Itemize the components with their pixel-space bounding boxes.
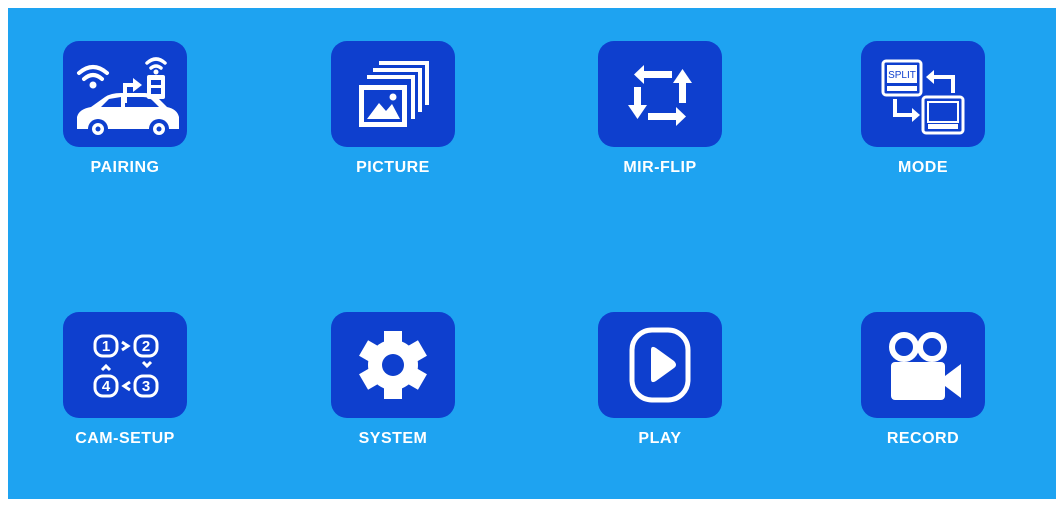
cam-setup-label: CAM-SETUP <box>75 430 175 447</box>
split-mode-text: SPLIT <box>888 70 916 81</box>
mir-flip-tile[interactable] <box>598 41 722 147</box>
menu-item-play[interactable]: PLAY <box>580 312 740 450</box>
menu-screen: PAIRING PICTURE MIR-FLIP SPLIT MODE 1 2 … <box>8 8 1056 499</box>
menu-item-system[interactable]: SYSTEM <box>313 312 473 450</box>
system-label: SYSTEM <box>358 430 428 447</box>
menu-item-record[interactable]: RECORD <box>843 312 1003 450</box>
menu-item-cam-setup[interactable]: 1 2 4 3 CAM-SETUP <box>45 312 205 450</box>
cam-setup-tile[interactable]: 1 2 4 3 <box>63 312 187 418</box>
menu-item-mir-flip[interactable]: MIR-FLIP <box>580 41 740 179</box>
menu-item-mode[interactable]: SPLIT MODE <box>843 41 1003 179</box>
record-label: RECORD <box>886 430 960 447</box>
pairing-tile[interactable] <box>63 41 187 147</box>
menu-item-pairing[interactable]: PAIRING <box>45 41 205 179</box>
mode-label: MODE <box>898 159 948 176</box>
system-tile[interactable] <box>331 312 455 418</box>
pairing-label: PAIRING <box>90 159 160 176</box>
camera-number-4: 4 <box>102 378 111 395</box>
split-mode-icon: SPLIT <box>881 59 965 135</box>
camera-sequence-icon: 1 2 4 3 <box>93 334 159 398</box>
camera-number-3: 3 <box>142 378 150 395</box>
record-tile[interactable] <box>861 312 985 418</box>
menu-item-picture[interactable]: PICTURE <box>313 41 473 179</box>
mirror-flip-arrows-icon <box>628 65 692 126</box>
video-camera-icon <box>889 332 961 400</box>
picture-stack-icon <box>359 61 429 127</box>
gear-icon <box>359 331 427 399</box>
camera-number-2: 2 <box>142 338 150 355</box>
camera-number-1: 1 <box>102 338 110 355</box>
play-icon <box>629 327 691 403</box>
picture-label: PICTURE <box>356 159 430 176</box>
picture-tile[interactable] <box>331 41 455 147</box>
car-wireless-pairing-icon <box>77 57 179 139</box>
mode-tile[interactable]: SPLIT <box>861 41 985 147</box>
play-tile[interactable] <box>598 312 722 418</box>
play-label: PLAY <box>638 430 682 447</box>
mir-flip-label: MIR-FLIP <box>623 159 697 176</box>
